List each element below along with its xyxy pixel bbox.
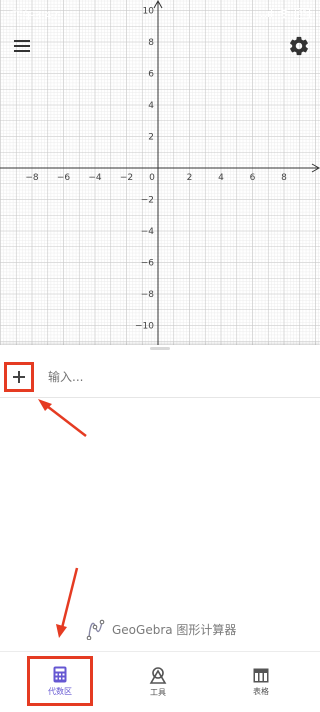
tab-table[interactable]: 表格 [211, 652, 311, 712]
bottom-tab-bar: 代数区 工具 表格 [0, 651, 320, 712]
x-tick-label: −8 [25, 173, 39, 183]
table-icon [253, 668, 269, 682]
hamburger-menu-icon[interactable] [12, 36, 32, 56]
x-tick-label: −2 [120, 173, 133, 183]
y-tick-label: −6 [141, 259, 155, 269]
tab-algebra[interactable]: 代数区 [27, 656, 93, 706]
algebra-input[interactable] [48, 367, 298, 387]
battery-icon: 65 [295, 8, 310, 19]
y-tick-label: 2 [148, 133, 154, 143]
coordinate-grid[interactable]: −8 −6 −4 −2 0 2 4 6 8108642−2−4−6−8−10 [0, 0, 320, 345]
tools-icon [149, 666, 167, 684]
x-tick-label: 6 [250, 173, 256, 183]
app-brand: GeoGebra 图形计算器 [86, 618, 236, 640]
x-tick-label: 4 [218, 173, 224, 183]
signal-icon: ..ıl [259, 7, 274, 20]
geogebra-logo-icon [86, 619, 105, 640]
x-tick-label: −6 [57, 173, 71, 183]
y-tick-label: −10 [135, 322, 154, 332]
plus-icon [13, 371, 25, 383]
brand-name: GeoGebra 图形计算器 [112, 622, 237, 637]
x-tick-label: 0 [149, 173, 155, 183]
graphics-view[interactable]: −8 −6 −4 −2 0 2 4 6 8 10 8 6 4 2 −2 −4 −6 −8 −10 [0, 0, 320, 345]
tab-tools[interactable]: 工具 [108, 652, 208, 712]
y-tick-label: −2 [141, 196, 154, 206]
y-tick-label: 8 [148, 38, 154, 48]
x-tick-label: 2 [187, 173, 193, 183]
add-item-button[interactable] [4, 362, 34, 392]
y-tick-label: −8 [141, 290, 155, 300]
tab-label: 工具 [150, 687, 166, 697]
drag-handle[interactable] [150, 347, 170, 350]
x-tick-label: 8 [281, 173, 287, 183]
calculator-icon [53, 666, 67, 682]
y-tick-label: −4 [141, 227, 155, 237]
tab-label: 代数区 [48, 686, 72, 696]
x-tick-label: −4 [88, 173, 102, 183]
tab-label: 表格 [253, 686, 269, 696]
status-time: 下午3:47 [12, 9, 59, 22]
wifi-icon [278, 9, 290, 18]
status-bar: 下午3:47 ..ıl 65 [0, 0, 320, 28]
y-tick-label: 4 [148, 101, 154, 111]
gear-icon[interactable] [288, 35, 310, 57]
y-tick-label: 6 [148, 70, 154, 80]
